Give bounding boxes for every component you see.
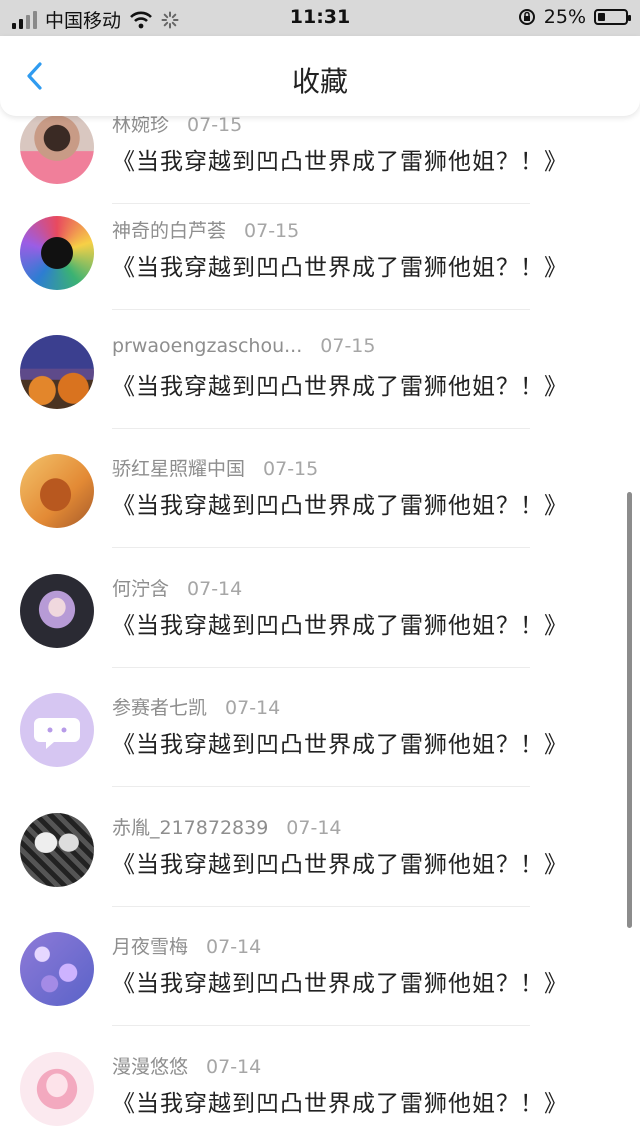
date: 07-14: [206, 936, 262, 958]
novel-title[interactable]: 《当我穿越到凹凸世界成了雷狮他姐？！》: [112, 606, 568, 640]
username[interactable]: 骄红星照耀中国: [112, 458, 245, 480]
date: 07-15: [320, 335, 376, 357]
username[interactable]: 漫漫悠悠: [112, 1056, 188, 1078]
list-item[interactable]: 何泞含 07-14 《当我穿越到凹凸世界成了雷狮他姐？！》: [0, 574, 640, 695]
date: 07-15: [244, 220, 300, 242]
date: 07-14: [206, 1056, 262, 1078]
username[interactable]: 月夜雪梅: [112, 936, 188, 958]
avatar[interactable]: [20, 813, 94, 887]
username[interactable]: 林婉珍: [112, 114, 169, 136]
username[interactable]: 参赛者七凯: [112, 697, 207, 719]
list-item[interactable]: 赤胤_217872839 07-14 《当我穿越到凹凸世界成了雷狮他姐？！》: [0, 813, 640, 934]
list-item[interactable]: 参赛者七凯 07-14 《当我穿越到凹凸世界成了雷狮他姐？！》: [0, 693, 640, 814]
username[interactable]: prwaoengzaschou...: [112, 335, 302, 357]
novel-title[interactable]: 《当我穿越到凹凸世界成了雷狮他姐？！》: [112, 1084, 568, 1118]
username[interactable]: 神奇的白芦荟: [112, 220, 226, 242]
page-title: 收藏: [291, 65, 348, 98]
novel-title[interactable]: 《当我穿越到凹凸世界成了雷狮他姐？！》: [112, 486, 568, 520]
date: 07-14: [286, 817, 342, 839]
avatar[interactable]: [20, 693, 94, 767]
divider: [112, 428, 530, 429]
scrollbar[interactable]: [627, 492, 632, 928]
divider: [112, 547, 530, 548]
date: 07-15: [187, 114, 243, 136]
divider: [112, 309, 530, 310]
avatar[interactable]: [20, 335, 94, 409]
favorites-list[interactable]: 林婉珍 07-15 《当我穿越到凹凸世界成了雷狮他姐？！》 神奇的白芦荟 07-15…: [0, 0, 640, 1139]
avatar[interactable]: [20, 574, 94, 648]
battery-percentage: 25%: [543, 6, 586, 28]
list-item[interactable]: 月夜雪梅 07-14 《当我穿越到凹凸世界成了雷狮他姐？！》: [0, 932, 640, 1053]
novel-title[interactable]: 《当我穿越到凹凸世界成了雷狮他姐？！》: [112, 845, 568, 879]
date: 07-15: [263, 458, 319, 480]
divider: [112, 1025, 530, 1026]
chat-bubble-icon: [34, 718, 80, 749]
date: 07-14: [187, 578, 243, 600]
list-item[interactable]: 漫漫悠悠 07-14 《当我穿越到凹凸世界成了雷狮他姐？！》: [0, 1052, 640, 1139]
list-item[interactable]: 神奇的白芦荟 07-15 《当我穿越到凹凸世界成了雷狮他姐？！》: [0, 216, 640, 337]
novel-title[interactable]: 《当我穿越到凹凸世界成了雷狮他姐？！》: [112, 248, 568, 282]
username[interactable]: 何泞含: [112, 578, 169, 600]
novel-title[interactable]: 《当我穿越到凹凸世界成了雷狮他姐？！》: [112, 367, 568, 401]
rotation-lock-icon: [518, 9, 535, 25]
avatar[interactable]: [20, 932, 94, 1006]
novel-title[interactable]: 《当我穿越到凹凸世界成了雷狮他姐？！》: [112, 964, 568, 998]
avatar[interactable]: [20, 454, 94, 528]
divider: [112, 786, 530, 787]
divider: [112, 906, 530, 907]
divider: [112, 203, 530, 204]
novel-title[interactable]: 《当我穿越到凹凸世界成了雷狮他姐？！》: [112, 725, 568, 759]
avatar[interactable]: [20, 1052, 94, 1126]
divider: [112, 667, 530, 668]
username[interactable]: 赤胤_217872839: [112, 817, 268, 839]
avatar[interactable]: [20, 110, 94, 184]
battery-icon: [594, 9, 631, 25]
list-item[interactable]: 骄红星照耀中国 07-15 《当我穿越到凹凸世界成了雷狮他姐？！》: [0, 454, 640, 575]
list-item[interactable]: 林婉珍 07-15 《当我穿越到凹凸世界成了雷狮他姐？！》: [0, 110, 640, 231]
novel-title[interactable]: 《当我穿越到凹凸世界成了雷狮他姐？！》: [112, 142, 568, 176]
status-bar: 中国移动 11:31 25%: [0, 0, 640, 36]
navigation-bar: 收藏: [0, 36, 640, 116]
avatar[interactable]: [20, 216, 94, 290]
date: 07-14: [225, 697, 281, 719]
list-item[interactable]: prwaoengzaschou... 07-15 《当我穿越到凹凸世界成了雷狮他姐…: [0, 335, 640, 456]
